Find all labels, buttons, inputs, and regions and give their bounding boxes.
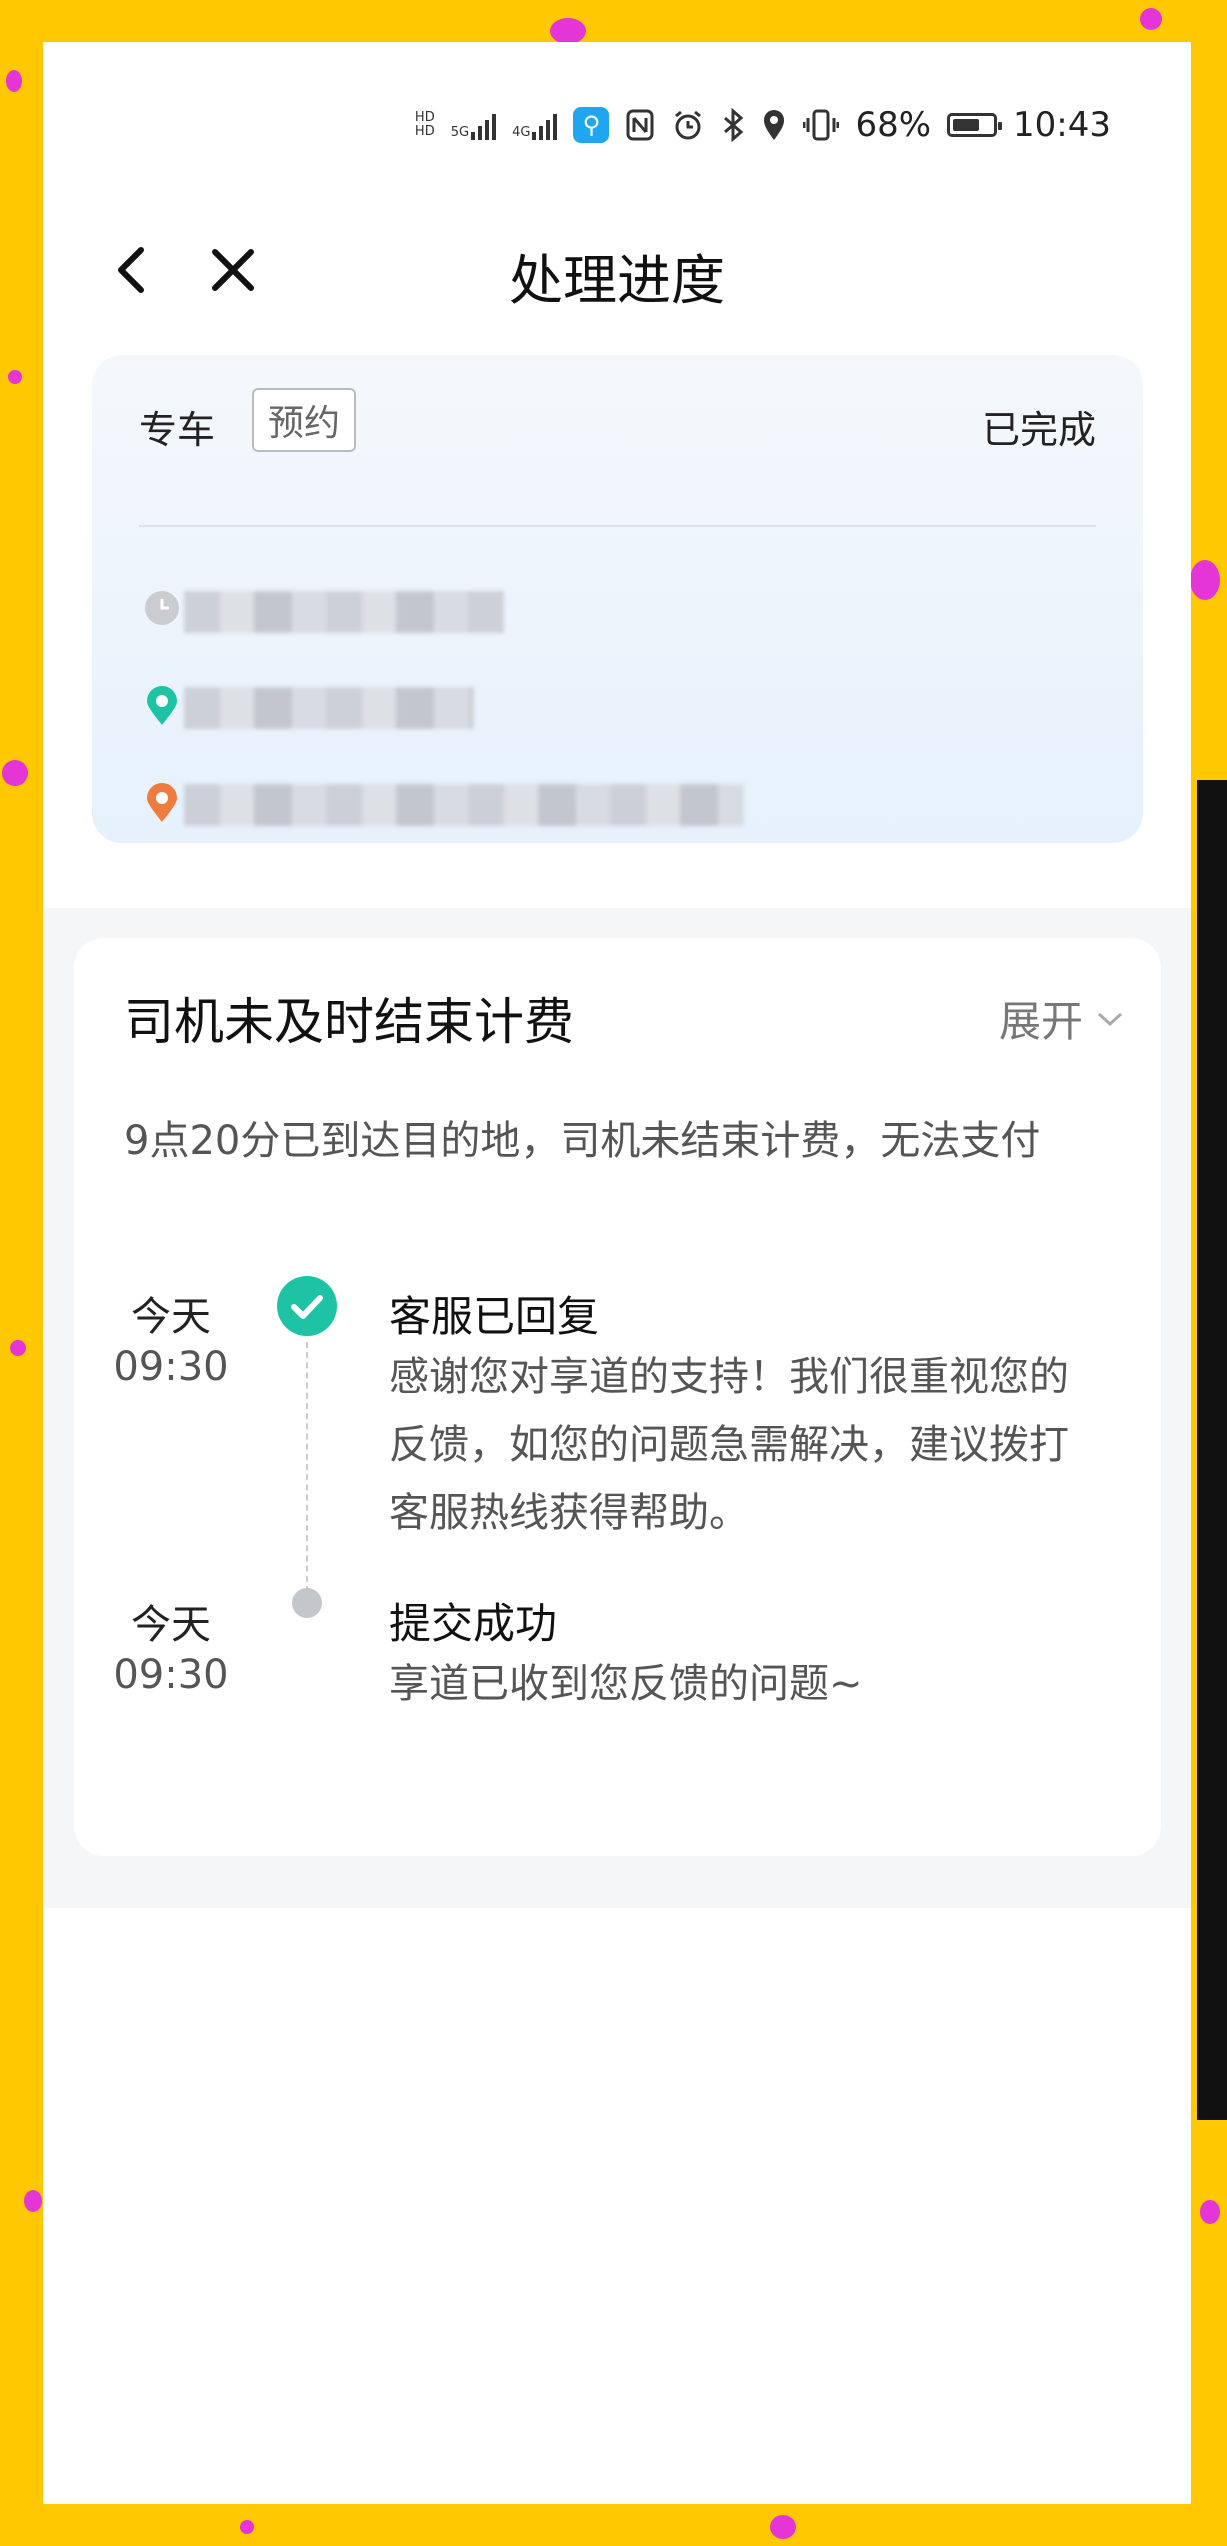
timeline-title: 客服已回复 (389, 1292, 600, 1341)
expand-label: 展开 (998, 997, 1083, 1046)
battery-icon (947, 113, 1003, 137)
pickup-row (144, 681, 524, 731)
alarm-icon (675, 110, 702, 140)
decor-dot (240, 2520, 254, 2534)
timeline-connector (306, 1342, 308, 1592)
signal-4g: 4G (512, 110, 558, 140)
signal-bars-icon (532, 110, 558, 140)
order-summary-card[interactable]: 专车 预约 已完成 (92, 355, 1143, 843)
nfc-icon (626, 109, 654, 141)
dropoff-row (144, 778, 764, 828)
decor-dot (24, 2190, 42, 2212)
app-search-icon: ⚲ (573, 107, 610, 143)
timeline-time: 09:30 (113, 1652, 229, 1698)
location-icon (764, 110, 785, 140)
timeline-timestamp: 今天 09:30 (106, 1602, 236, 1702)
pickup-pin-icon (147, 686, 177, 725)
timeline-day: 今天 (131, 1294, 211, 1340)
order-time-row (144, 585, 524, 635)
network-type-5g: 5G (450, 125, 470, 140)
battery-percent: 68% (855, 105, 932, 145)
decor-dot (1190, 560, 1220, 600)
clock-icon (145, 591, 179, 625)
timeline-timestamp: 今天 09:30 (106, 1294, 236, 1394)
signal-5g: 5G (450, 110, 497, 140)
decor-dot (770, 2515, 796, 2539)
decor-dot (550, 18, 586, 44)
hd-label: HD (414, 110, 435, 125)
redacted-text (184, 784, 744, 826)
network-type-4g: 4G (512, 125, 531, 140)
background-photo-edge (1197, 780, 1227, 2120)
status-bar: HD HD 5G 4G ⚲ 68% 10:43 (415, 100, 1111, 150)
redacted-text (184, 687, 474, 729)
issue-description: 9点20分已到达目的地，司机未结束计费，无法支付 (124, 1118, 1041, 1164)
dropoff-pin-icon (147, 783, 177, 822)
issue-title: 司机未及时结束计费 (124, 993, 574, 1051)
feedback-detail-card: 司机未及时结束计费 展开 9点20分已到达目的地，司机未结束计费，无法支付 今天… (74, 938, 1161, 1856)
timeline-dot (292, 1588, 322, 1618)
decor-dot (2, 760, 28, 786)
decor-dot (8, 370, 22, 384)
chevron-down-icon (1097, 1012, 1123, 1026)
decor-dot (10, 1340, 26, 1356)
phone-screen: HD HD 5G 4G ⚲ 68% 10:43 处理进度 专车 预约 已完成 司… (43, 42, 1191, 2504)
timeline-day: 今天 (131, 1602, 211, 1648)
check-circle-icon (277, 1276, 337, 1336)
clock-time: 10:43 (1013, 105, 1111, 145)
page-title: 处理进度 (509, 249, 725, 312)
timeline-time: 09:30 (113, 1344, 229, 1390)
vibrate-icon (803, 109, 840, 141)
divider (139, 525, 1096, 527)
decor-dot (6, 70, 22, 92)
hd-indicator: HD HD (415, 111, 435, 139)
timeline-title: 提交成功 (389, 1599, 558, 1648)
reservation-tag: 预约 (252, 388, 357, 452)
signal-bars-icon (471, 110, 497, 140)
timeline-body: 享道已收到您反馈的问题~ (389, 1661, 863, 1707)
top-nav-bar: 处理进度 (43, 222, 1191, 318)
order-status: 已完成 (981, 408, 1096, 452)
decor-dot (1200, 2200, 1220, 2224)
hd-label: HD (414, 124, 435, 139)
battery-level-fill (953, 119, 980, 131)
car-type-label: 专车 (139, 408, 216, 452)
expand-button[interactable]: 展开 (999, 988, 1123, 1049)
bluetooth-icon (724, 108, 744, 142)
decor-dot (1140, 8, 1162, 30)
redacted-text (184, 591, 504, 633)
timeline-body: 感谢您对享道的支持！我们很重视您的反馈，如您的问题急需解决，建议拨打客服热线获得… (389, 1354, 1069, 1536)
